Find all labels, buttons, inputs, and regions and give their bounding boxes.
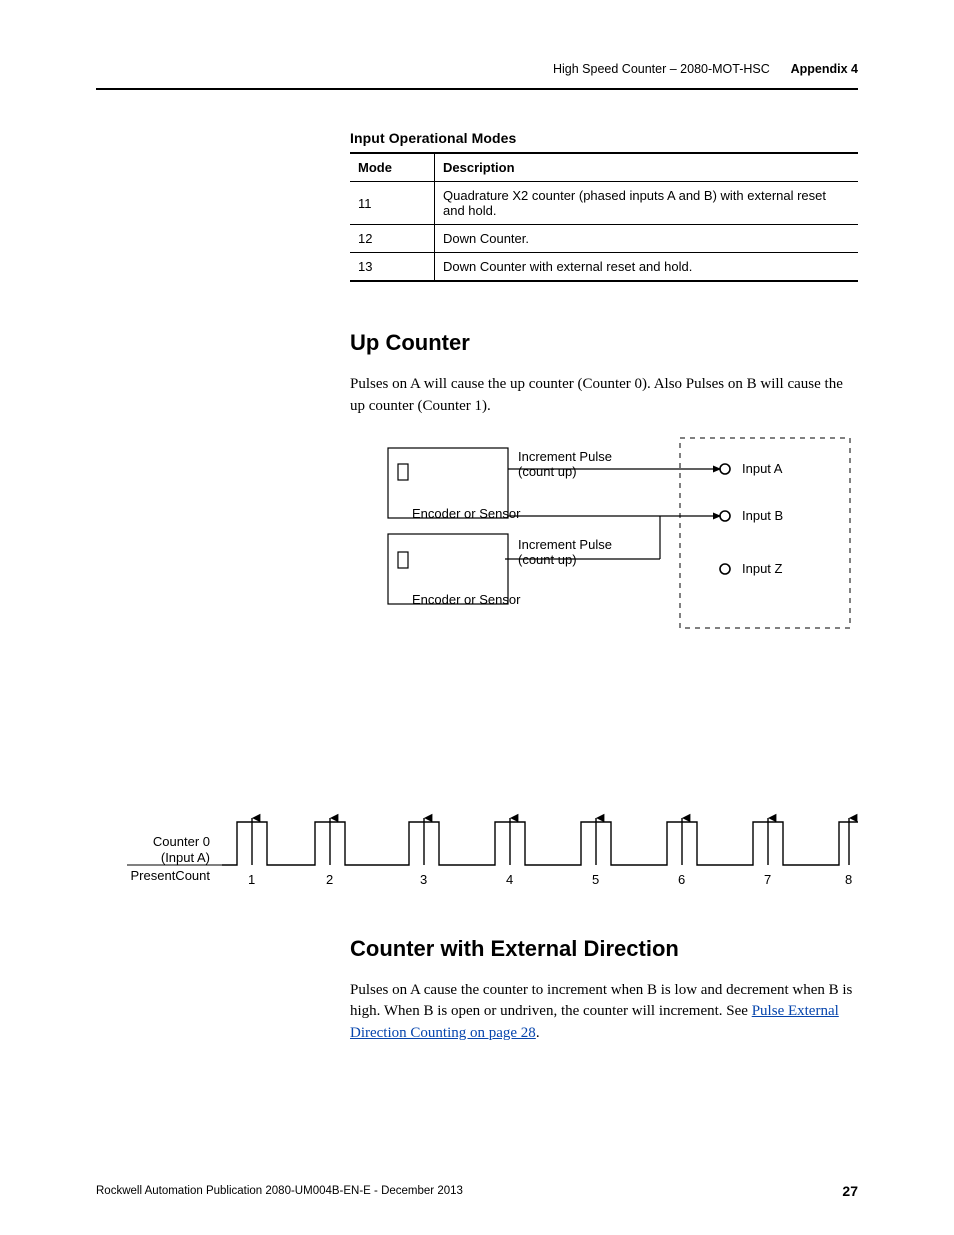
tick-4: 4 xyxy=(506,872,513,887)
th-desc: Description xyxy=(435,153,859,182)
table-header-row: Mode Description xyxy=(350,153,858,182)
lbl-counter0: Counter 0 xyxy=(153,834,210,849)
header-rule xyxy=(96,88,858,90)
lbl-increment-pulse-b: Increment Pulse xyxy=(518,537,612,552)
lbl-countup-b: (count up) xyxy=(518,552,577,567)
figure-encoder-inputs: Increment Pulse (count up) Encoder or Se… xyxy=(350,434,858,802)
running-head: High Speed Counter – 2080-MOT-HSC Append… xyxy=(0,62,858,76)
heading-up-counter: Up Counter xyxy=(350,330,858,356)
figure-timing: Counter 0 (Input A) PresentCount 1 2 3 4… xyxy=(127,810,858,896)
modes-table: Mode Description 11 Quadrature X2 counte… xyxy=(350,152,858,282)
tick-8: 8 xyxy=(845,872,852,887)
lbl-presentcount: PresentCount xyxy=(131,868,211,883)
lbl-input-z: Input Z xyxy=(742,561,782,576)
tick-1: 1 xyxy=(248,872,255,887)
tick-7: 7 xyxy=(764,872,771,887)
lbl-encoder-b: Encoder or Sensor xyxy=(412,592,520,607)
lbl-countup-a: (count up) xyxy=(518,464,577,479)
lbl-input-b: Input B xyxy=(742,508,783,523)
para-ext-after: . xyxy=(536,1025,540,1041)
table-row: 11 Quadrature X2 counter (phased inputs … xyxy=(350,182,858,225)
cell-desc: Down Counter with external reset and hol… xyxy=(435,253,859,282)
timing-svg xyxy=(127,810,858,896)
lbl-encoder-a: Encoder or Sensor xyxy=(412,506,520,521)
page-number: 27 xyxy=(842,1183,858,1199)
th-mode: Mode xyxy=(350,153,435,182)
para-up-counter: Pulses on A will cause the up counter (C… xyxy=(350,374,858,418)
tick-2: 2 xyxy=(326,872,333,887)
table-row: 13 Down Counter with external reset and … xyxy=(350,253,858,282)
table-row: 12 Down Counter. xyxy=(350,225,858,253)
cell-mode: 11 xyxy=(350,182,435,225)
lbl-input-a: Input A xyxy=(742,461,782,476)
cell-desc: Quadrature X2 counter (phased inputs A a… xyxy=(435,182,859,225)
tick-3: 3 xyxy=(420,872,427,887)
heading-ext-direction: Counter with External Direction xyxy=(350,936,858,962)
cell-mode: 13 xyxy=(350,253,435,282)
cell-mode: 12 xyxy=(350,225,435,253)
table-title: Input Operational Modes xyxy=(350,130,858,146)
running-head-section: Appendix 4 xyxy=(791,62,858,76)
cell-desc: Down Counter. xyxy=(435,225,859,253)
tick-6: 6 xyxy=(678,872,685,887)
footer-publication: Rockwell Automation Publication 2080-UM0… xyxy=(96,1185,463,1197)
tick-5: 5 xyxy=(592,872,599,887)
lbl-increment-pulse-a: Increment Pulse xyxy=(518,449,612,464)
running-head-title: High Speed Counter – 2080-MOT-HSC xyxy=(553,62,770,76)
para-ext-direction: Pulses on A cause the counter to increme… xyxy=(350,980,858,1045)
lbl-inputA-row: (Input A) xyxy=(161,850,210,865)
